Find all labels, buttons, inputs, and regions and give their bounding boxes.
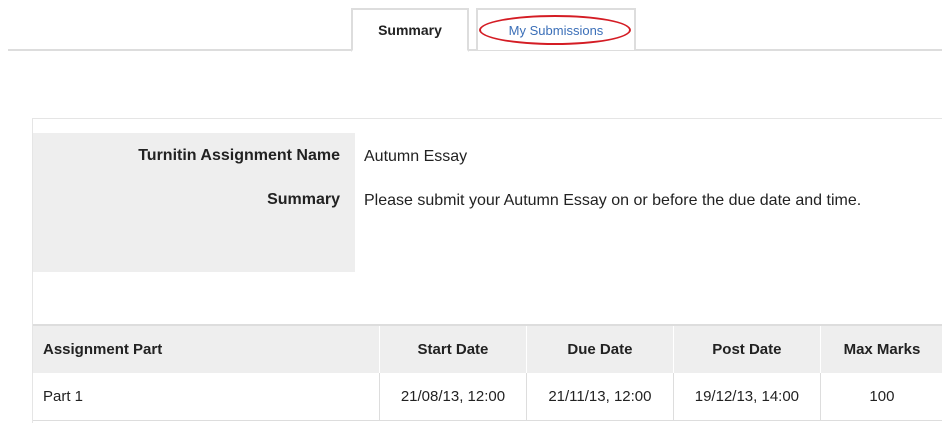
assignment-name-value: Autumn Essay [364,148,468,165]
header-assignment-part: Assignment Part [33,325,380,373]
header-due-date: Due Date [526,325,674,373]
assignment-summary-label: Summary [267,191,340,208]
table-header-row: Assignment Part Start Date Due Date Post… [33,325,942,373]
header-post-date: Post Date [673,325,821,373]
cell-due-date: 21/11/13, 12:00 [526,373,674,421]
tab-summary-label: Summary [378,22,442,38]
assignment-panel: Turnitin Assignment Name Autumn Essay Su… [32,118,942,423]
assignment-name-label: Turnitin Assignment Name [138,147,340,164]
assignment-summary-value: Please submit your Autumn Essay on or be… [364,192,862,209]
tab-my-submissions-label: My Submissions [508,22,604,38]
assignment-parts-table: Assignment Part Start Date Due Date Post… [33,324,942,421]
tab-bar-divider [8,49,942,51]
tab-summary[interactable]: Summary [351,8,469,52]
table-row: Part 1 21/08/13, 12:00 21/11/13, 12:00 1… [33,373,942,421]
header-max-marks: Max Marks [843,341,921,358]
cell-part-name: Part 1 [33,373,380,421]
cell-post-date: 19/12/13, 14:00 [673,373,821,421]
tab-my-submissions[interactable]: My Submissions [476,8,636,50]
cell-start-date: 21/08/13, 12:00 [379,373,527,421]
cell-max-marks: 100 [820,373,942,421]
header-start-date: Start Date [379,325,527,373]
assignment-summary-page: Summary My Submissions Turnitin Assignme… [0,0,942,423]
